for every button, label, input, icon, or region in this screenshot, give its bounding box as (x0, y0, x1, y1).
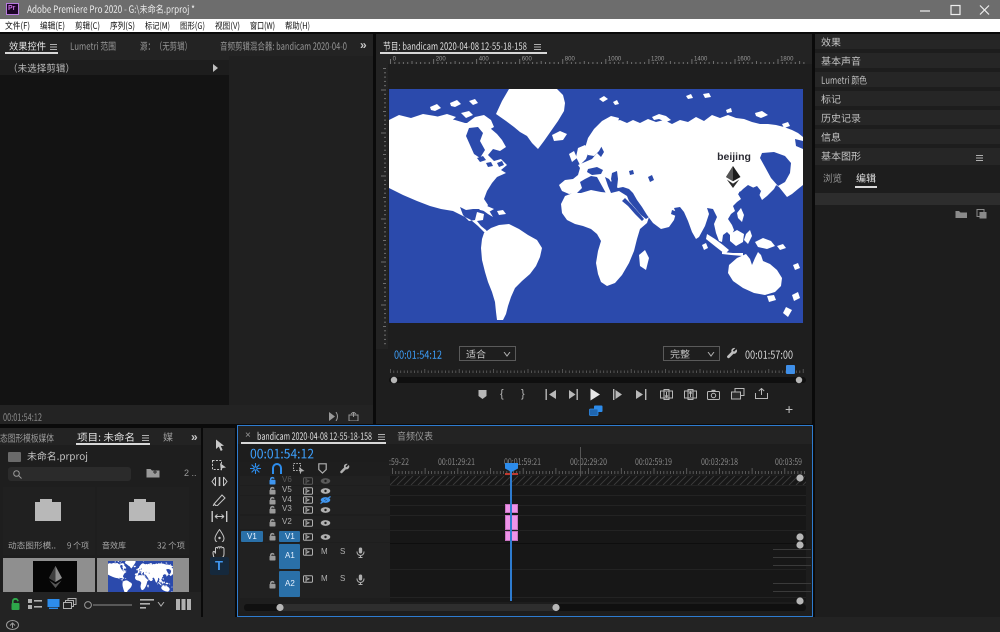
svg-text:600: 600 (522, 57, 533, 63)
svg-text:800: 800 (565, 57, 576, 63)
svg-text:1200: 1200 (651, 57, 665, 63)
svg-text:1400: 1400 (694, 57, 708, 63)
svg-text:1800: 1800 (780, 57, 794, 63)
svg-text:400: 400 (479, 57, 490, 63)
svg-text:1600: 1600 (737, 57, 751, 63)
svg-text:1000: 1000 (608, 57, 622, 63)
svg-text:beijing: beijing (717, 151, 751, 163)
svg-text:200: 200 (436, 57, 447, 63)
